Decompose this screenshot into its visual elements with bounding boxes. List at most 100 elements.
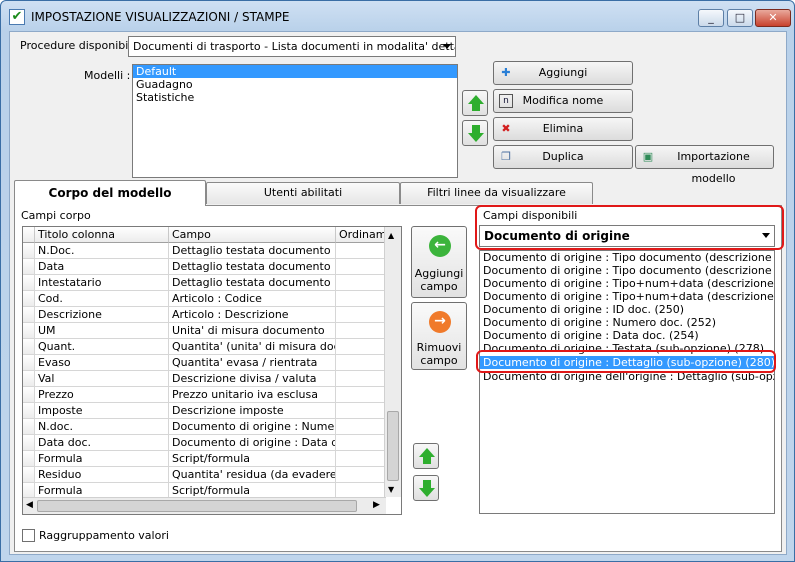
cell-ordinamento[interactable] xyxy=(336,275,386,291)
elimina-button[interactable]: ✖ Elimina xyxy=(493,117,633,141)
cell-titolo[interactable]: Intestatario xyxy=(35,275,169,291)
cell-campo[interactable]: Unita' di misura documento xyxy=(169,323,336,339)
cell-ordinamento[interactable] xyxy=(336,339,386,355)
cell-titolo[interactable]: Evaso xyxy=(35,355,169,371)
cell-campo[interactable]: Quantita' residua (da evadere/a... xyxy=(169,467,336,483)
row-header[interactable] xyxy=(23,339,35,355)
cell-ordinamento[interactable] xyxy=(336,307,386,323)
raggruppamento-checkbox[interactable] xyxy=(22,529,35,542)
cell-campo[interactable]: Dettaglio testata documento : N... xyxy=(169,243,336,259)
cell-ordinamento[interactable] xyxy=(336,371,386,387)
modifica-nome-button[interactable]: n Modifica nome xyxy=(493,89,633,113)
horizontal-scroll-thumb[interactable] xyxy=(37,500,357,512)
aggiungi-button[interactable]: ✚ Aggiungi xyxy=(493,61,633,85)
cell-titolo[interactable]: Quant. xyxy=(35,339,169,355)
grid-vertical-scrollbar[interactable]: ▲ ▼ xyxy=(384,227,401,497)
cell-campo[interactable]: Documento di origine : Numero ... xyxy=(169,419,336,435)
table-row[interactable]: Intestatario Dettaglio testata documento … xyxy=(23,275,393,291)
list-item[interactable]: Documento di origine : Tipo+num+data (de… xyxy=(480,290,774,303)
model-move-up-button[interactable] xyxy=(462,90,488,116)
list-item[interactable]: Documento di origine : Numero doc. (252) xyxy=(480,316,774,329)
table-row[interactable]: ResiduoQuantita' residua (da evadere/a..… xyxy=(23,467,393,483)
duplica-button[interactable]: ❐ Duplica xyxy=(493,145,633,169)
row-header[interactable] xyxy=(23,467,35,483)
list-item[interactable]: Documento di origine : Tipo documento (d… xyxy=(480,264,774,277)
cell-titolo[interactable]: Prezzo xyxy=(35,387,169,403)
table-row[interactable]: Descrizione Articolo : Descrizione xyxy=(23,307,393,323)
table-row[interactable]: Cod. Articolo : Codice xyxy=(23,291,393,307)
campi-corpo-grid[interactable]: Titolo colonna Campo Ordinamer N.Doc.Det… xyxy=(22,226,402,515)
row-header[interactable] xyxy=(23,435,35,451)
table-row[interactable]: DataDettaglio testata documento : D... xyxy=(23,259,393,275)
table-row[interactable]: Data doc.Documento di origine : Data doc… xyxy=(23,435,393,451)
procedure-select[interactable]: Documenti di trasporto - Lista documenti… xyxy=(128,36,456,57)
cell-titolo[interactable]: N.doc. xyxy=(35,419,169,435)
field-move-up-button[interactable] xyxy=(413,443,439,469)
close-button[interactable]: ✕ xyxy=(755,9,791,27)
table-row[interactable]: Formula Script/formula xyxy=(23,451,393,467)
cell-campo[interactable]: Descrizione imposte xyxy=(169,403,336,419)
table-row[interactable]: UM Unita' di misura documento xyxy=(23,323,393,339)
table-row[interactable]: N.Doc.Dettaglio testata documento : N... xyxy=(23,243,393,259)
scroll-right-icon[interactable]: ▶ xyxy=(373,500,380,510)
cell-ordinamento[interactable] xyxy=(336,419,386,435)
table-row[interactable]: Val Descrizione divisa / valuta xyxy=(23,371,393,387)
table-row[interactable]: Evaso Quantita' evasa / rientrata xyxy=(23,355,393,371)
cell-titolo[interactable]: Val xyxy=(35,371,169,387)
cell-titolo[interactable]: Descrizione xyxy=(35,307,169,323)
list-item[interactable]: Documento di origine : Tipo documento (d… xyxy=(480,251,774,264)
tab-filtri-linee[interactable]: Filtri linee da visualizzare xyxy=(400,182,593,204)
modelli-item-statistiche[interactable]: Statistiche xyxy=(133,91,457,104)
modelli-item-guadagno[interactable]: Guadagno xyxy=(133,78,457,91)
grid-horizontal-scrollbar[interactable]: ◀ ▶ xyxy=(23,497,386,514)
row-header[interactable] xyxy=(23,355,35,371)
minimize-button[interactable]: _ xyxy=(698,9,724,27)
importazione-modello-button[interactable]: ▣ Importazione modello xyxy=(635,145,774,185)
column-header-campo[interactable]: Campo xyxy=(169,227,336,243)
tab-utenti-abilitati[interactable]: Utenti abilitati xyxy=(206,182,400,204)
row-header[interactable] xyxy=(23,371,35,387)
row-header[interactable] xyxy=(23,291,35,307)
cell-titolo[interactable]: Formula xyxy=(35,451,169,467)
vertical-scroll-thumb[interactable] xyxy=(387,411,399,481)
cell-campo[interactable]: Dettaglio testata documento : R... xyxy=(169,275,336,291)
table-row[interactable]: Quant.Quantita' (unita' di misura docum.… xyxy=(23,339,393,355)
cell-campo[interactable]: Descrizione divisa / valuta xyxy=(169,371,336,387)
row-header[interactable] xyxy=(23,323,35,339)
cell-titolo[interactable]: Cod. xyxy=(35,291,169,307)
table-row[interactable]: N.doc.Documento di origine : Numero ... xyxy=(23,419,393,435)
tab-corpo-del-modello[interactable]: Corpo del modello xyxy=(14,180,206,206)
maximize-button[interactable]: □ xyxy=(727,9,753,27)
table-row[interactable]: Imposte Descrizione imposte xyxy=(23,403,393,419)
cell-titolo[interactable]: Data xyxy=(35,259,169,275)
rimuovi-campo-button[interactable]: → Rimuovi campo xyxy=(411,302,467,370)
title-bar[interactable]: ✔ IMPOSTAZIONE VISUALIZZAZIONI / STAMPE … xyxy=(1,1,794,31)
cell-campo[interactable]: Quantita' (unita' di misura docum... xyxy=(169,339,336,355)
cell-titolo[interactable]: Residuo xyxy=(35,467,169,483)
column-header-titolo[interactable]: Titolo colonna xyxy=(35,227,169,243)
cell-campo[interactable]: Script/formula xyxy=(169,451,336,467)
modelli-item-default[interactable]: Default xyxy=(133,65,457,78)
row-header[interactable] xyxy=(23,387,35,403)
cell-campo[interactable]: Quantita' evasa / rientrata xyxy=(169,355,336,371)
table-row[interactable]: Prezzo Prezzo unitario iva esclusa xyxy=(23,387,393,403)
cell-titolo[interactable]: Imposte xyxy=(35,403,169,419)
cell-campo[interactable]: Articolo : Descrizione xyxy=(169,307,336,323)
cell-ordinamento[interactable] xyxy=(336,355,386,371)
model-move-down-button[interactable] xyxy=(462,120,488,146)
modelli-list[interactable]: Default Guadagno Statistiche xyxy=(132,64,458,178)
cell-ordinamento[interactable] xyxy=(336,435,386,451)
row-header[interactable] xyxy=(23,451,35,467)
list-item[interactable]: Documento di origine : Tipo+num+data (de… xyxy=(480,277,774,290)
list-item[interactable]: Documento di origine : ID doc. (250) xyxy=(480,303,774,316)
cell-campo[interactable]: Dettaglio testata documento : D... xyxy=(169,259,336,275)
cell-ordinamento[interactable] xyxy=(336,243,386,259)
cell-campo[interactable]: Documento di origine : Data doc. xyxy=(169,435,336,451)
campi-disponibili-list[interactable]: Documento di origine : Tipo documento (d… xyxy=(479,250,775,514)
field-move-down-button[interactable] xyxy=(413,475,439,501)
cell-titolo[interactable]: Data doc. xyxy=(35,435,169,451)
cell-ordinamento[interactable] xyxy=(336,291,386,307)
list-item[interactable]: Documento di origine : Data doc. (254) xyxy=(480,329,774,342)
cell-ordinamento[interactable] xyxy=(336,467,386,483)
cell-ordinamento[interactable] xyxy=(336,259,386,275)
